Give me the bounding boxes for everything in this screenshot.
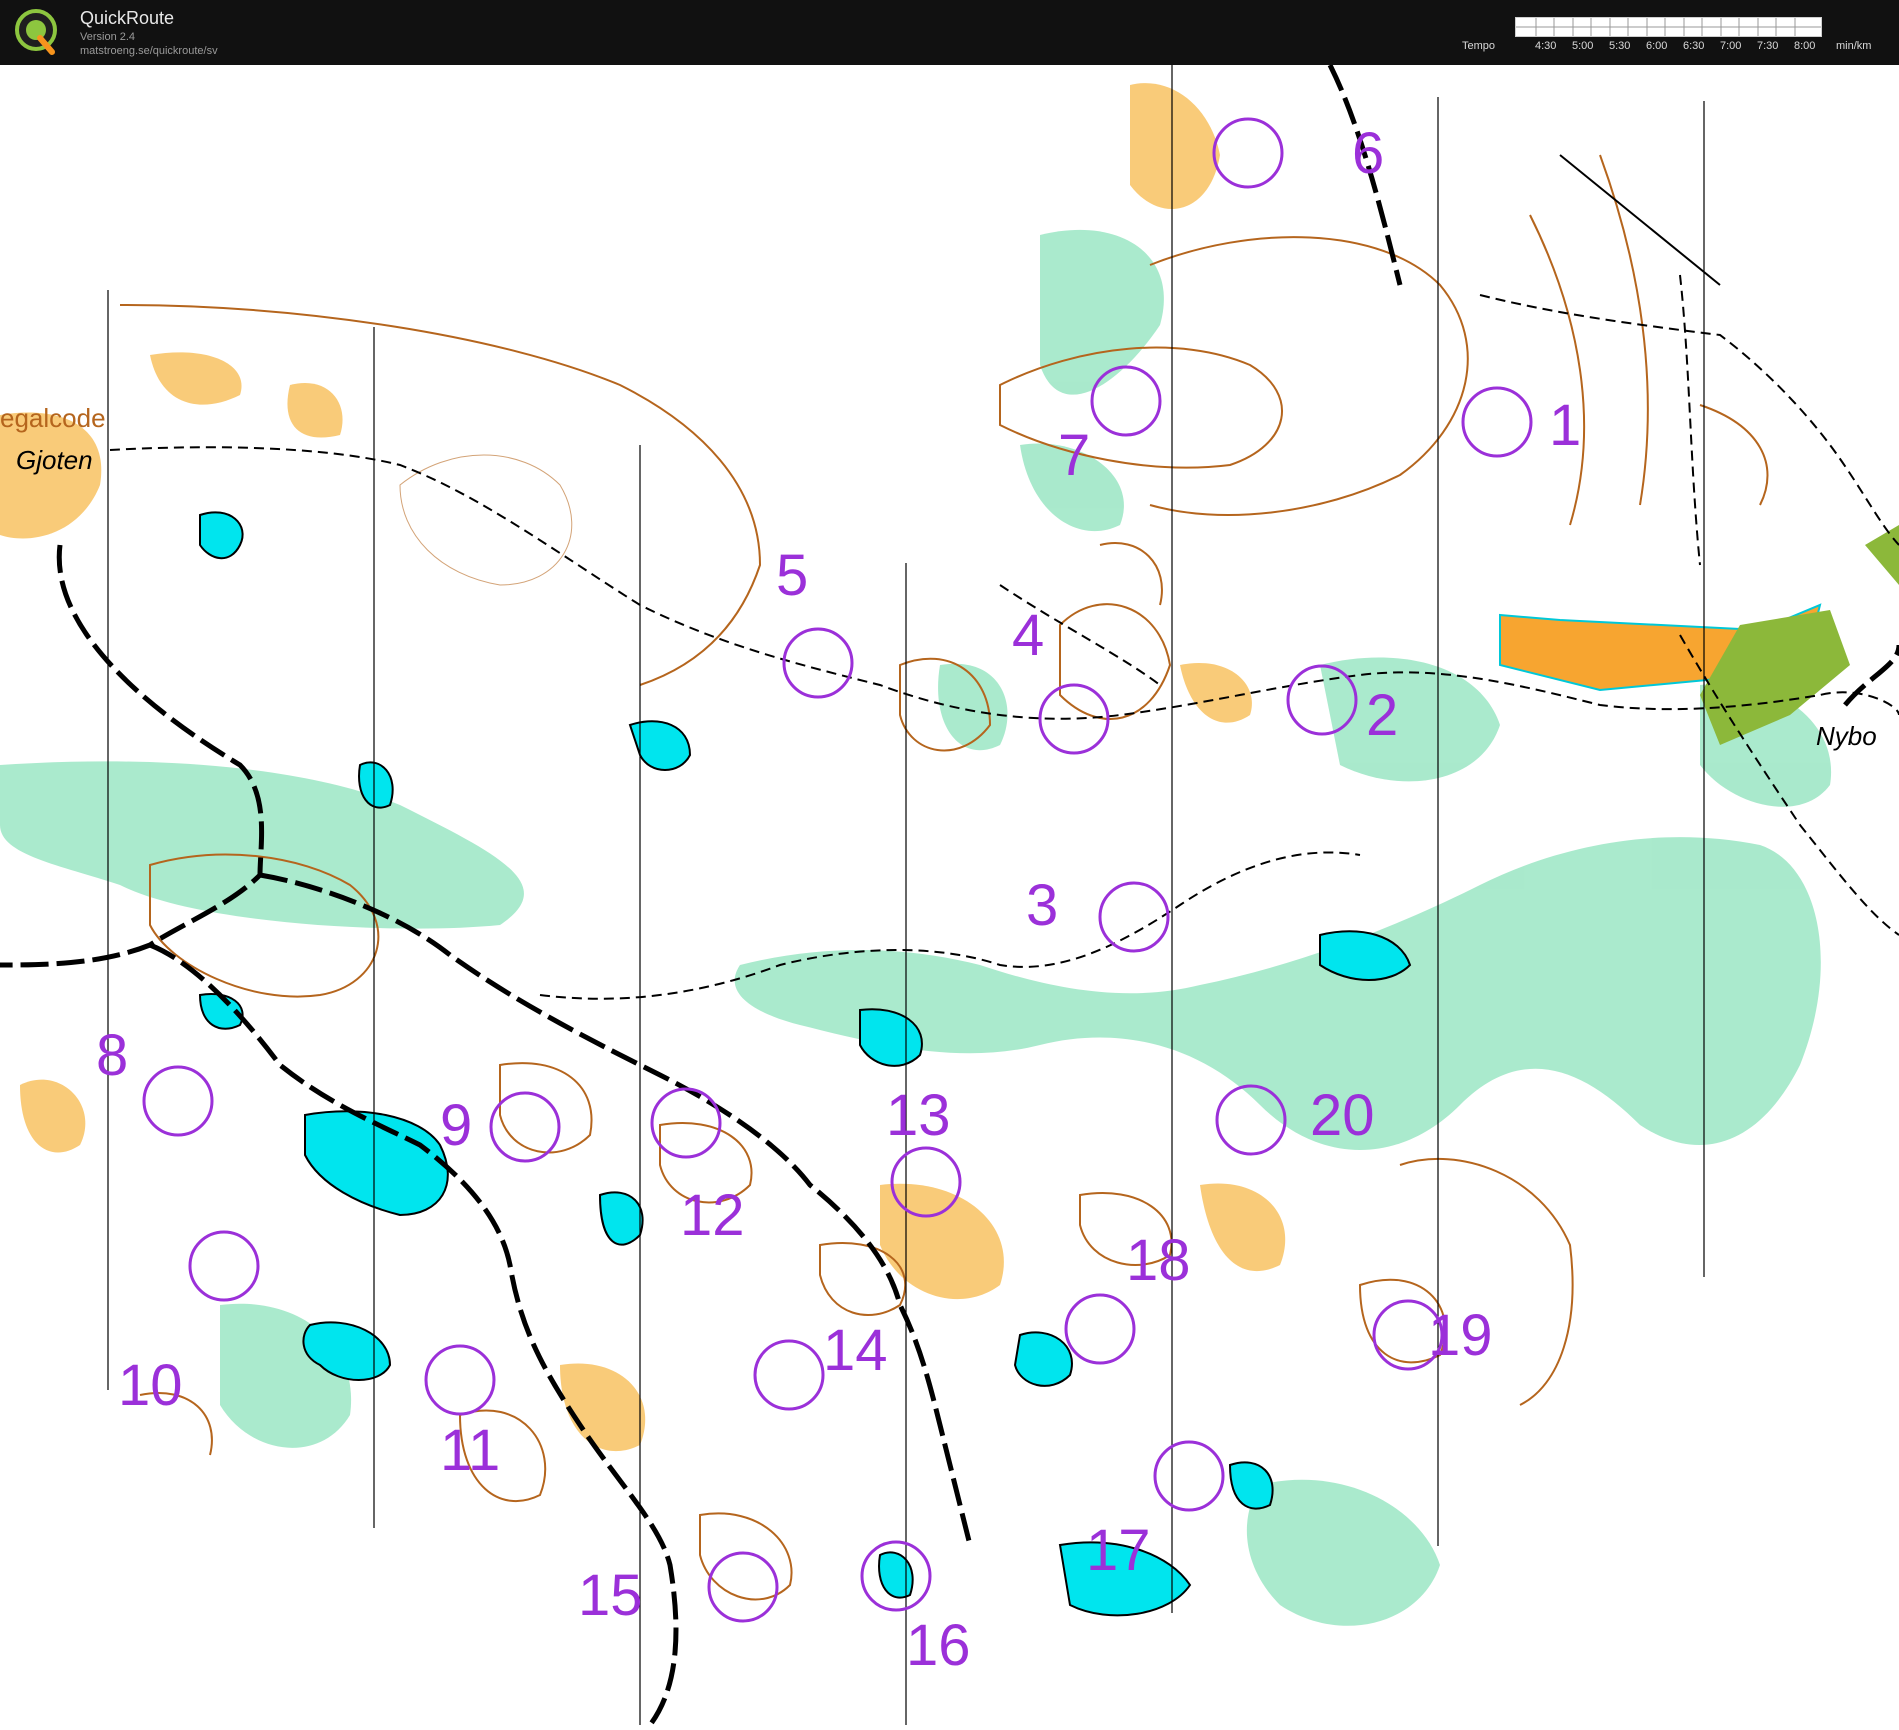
control-number: 9 (440, 1093, 472, 1158)
control-circle-6 (1212, 117, 1284, 189)
orienteering-map[interactable]: egalcode Gjoten Nybo 1 2 3 4 5 6 7 8 9 1… (0, 63, 1899, 1727)
place-name-gjoten: Gjoten (16, 445, 93, 475)
control-circle-11 (424, 1344, 496, 1416)
quickroute-logo-icon (15, 9, 57, 55)
tempo-label: Tempo (1462, 40, 1496, 52)
control-number: 15 (578, 1563, 643, 1628)
app-header: QuickRoute Version 2.4 matstroeng.se/qui… (0, 0, 1899, 65)
fields (1499, 525, 1899, 745)
control-number: 16 (906, 1613, 971, 1678)
control-number: 6 (1352, 121, 1384, 186)
app-version: Version 2.4 (80, 31, 136, 43)
control-number: 17 (1086, 1518, 1151, 1583)
control-number: 3 (1026, 873, 1058, 938)
control-circle-10 (188, 1230, 260, 1302)
control-circle-5 (782, 627, 854, 699)
control-number: 1 (1549, 393, 1581, 458)
control-number: 4 (1012, 603, 1044, 668)
tempo-tick: 8:00 (1794, 40, 1816, 52)
tempo-tick: 6:00 (1646, 40, 1668, 52)
tempo-tick: 7:30 (1757, 40, 1779, 52)
control-number: 2 (1366, 683, 1398, 748)
app-url: matstroeng.se/quickroute/sv (80, 45, 218, 57)
control-circle-8 (142, 1065, 214, 1137)
control-circle-14 (753, 1339, 825, 1411)
tempo-tick: 5:00 (1572, 40, 1594, 52)
control-number: 10 (118, 1353, 183, 1418)
control-number: 12 (680, 1183, 745, 1248)
control-number: 8 (96, 1023, 128, 1088)
control-circle-17 (1153, 1440, 1225, 1512)
control-number: 14 (823, 1318, 888, 1383)
tempo-tick: 5:30 (1609, 40, 1631, 52)
control-number: 20 (1310, 1083, 1375, 1148)
control-number: 11 (440, 1418, 500, 1483)
app-title: QuickRoute (80, 8, 175, 28)
control-circle-18 (1064, 1293, 1136, 1365)
tempo-tick: 4:30 (1535, 40, 1557, 52)
place-name-legalcode: egalcode (0, 403, 106, 433)
tempo-tick: 6:30 (1683, 40, 1705, 52)
control-circle-7 (1090, 365, 1162, 437)
power-line (1559, 154, 1721, 286)
tempo-unit: min/km (1836, 40, 1872, 52)
place-name-nybo: Nybo (1816, 721, 1877, 751)
control-number: 18 (1126, 1228, 1191, 1293)
control-circle-9 (489, 1091, 561, 1163)
control-number: 13 (886, 1083, 951, 1148)
control-circle-3 (1098, 881, 1170, 953)
tempo-tick: 7:00 (1720, 40, 1742, 52)
tempo-color-scale (1515, 17, 1822, 37)
control-number: 19 (1428, 1303, 1493, 1368)
control-circle-1 (1461, 386, 1533, 458)
control-number: 7 (1058, 423, 1090, 488)
control-number: 5 (776, 543, 808, 608)
